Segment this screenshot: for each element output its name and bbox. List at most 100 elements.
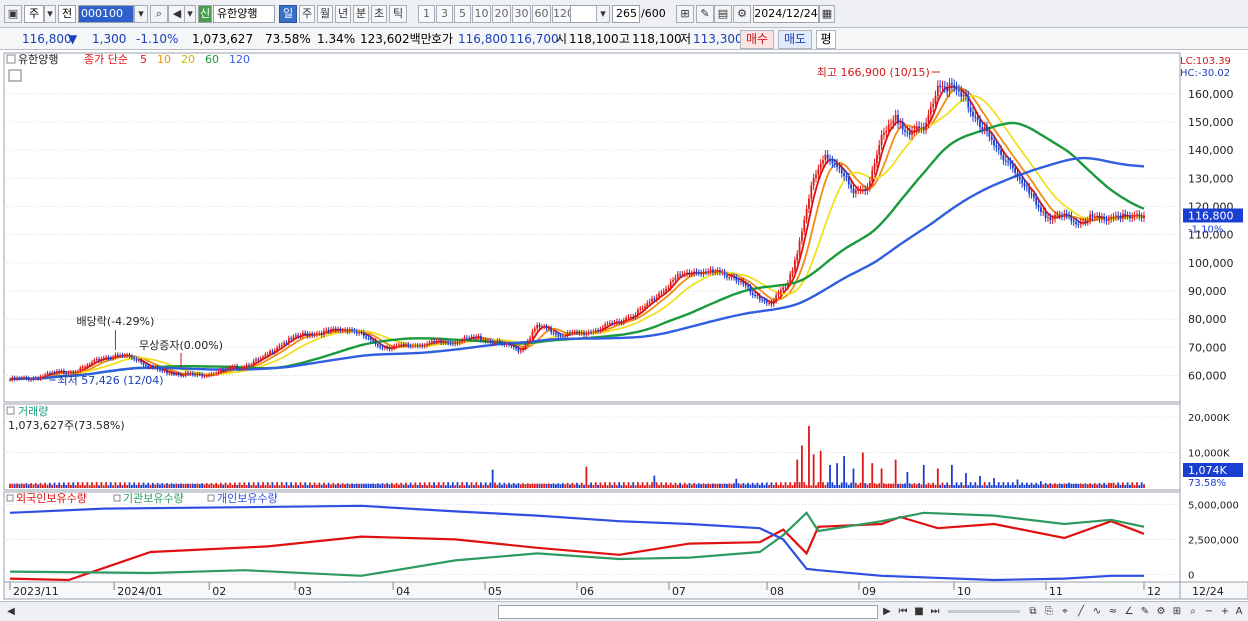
market-select[interactable]: 주: [24, 5, 44, 23]
volume-bar: [355, 483, 358, 488]
prev-button[interactable]: 전: [58, 5, 76, 23]
volume-bar: [810, 485, 813, 488]
volume-bar: [728, 483, 731, 488]
interval-button-3[interactable]: 3: [436, 5, 453, 23]
last-page-icon[interactable]: ⏭: [928, 605, 942, 619]
save-icon[interactable]: ▤: [714, 5, 732, 23]
zoom-out-icon[interactable]: −: [1202, 605, 1216, 619]
first-page-icon[interactable]: ⏮: [896, 605, 910, 619]
calendar-icon[interactable]: ▦: [819, 5, 835, 23]
candle-body: [540, 326, 543, 328]
chart-scrollbar[interactable]: ◀ ▶ ⏮ ■ ⏭ ⧉ ⎘ ⌖ ╱ ∿ ≈ ∠ ✎ ⚙ ⊞ ⌕ − + A: [0, 601, 1248, 621]
stock-code-input[interactable]: 000100: [78, 5, 134, 23]
wave-tool-icon[interactable]: ≈: [1106, 605, 1120, 619]
volume-bar: [721, 483, 724, 488]
candle-body: [1077, 224, 1080, 226]
volume-bar: [976, 485, 979, 488]
period-button-1[interactable]: 일: [279, 5, 297, 23]
volume-bar: [501, 484, 503, 488]
tools-icon[interactable]: ✎: [696, 5, 714, 23]
stock-name-field[interactable]: 유한양행: [213, 5, 275, 23]
volume-bar: [1138, 485, 1141, 488]
interval-button-20[interactable]: 20: [492, 5, 511, 23]
volume-bar: [686, 484, 689, 488]
holdings-legend-label: 기관보유수량: [123, 492, 184, 505]
magnify-icon[interactable]: ⌕: [1186, 605, 1200, 619]
volume-bar: [1119, 484, 1122, 488]
volume-bar: [20, 483, 23, 488]
period-button-2[interactable]: 주: [299, 5, 315, 23]
zoom-in-icon[interactable]: +: [1218, 605, 1232, 619]
volume-bar: [91, 482, 93, 488]
volume-bar: [173, 484, 175, 488]
settings-tool-icon[interactable]: ⚙: [1154, 605, 1168, 619]
volume-bar: [690, 484, 693, 488]
candle-body: [205, 375, 208, 377]
period-button-5[interactable]: 분: [353, 5, 369, 23]
stop-icon[interactable]: ■: [912, 605, 926, 619]
market-chevron-down-icon[interactable]: ▾: [44, 5, 56, 23]
candle-body: [615, 321, 618, 323]
date-input[interactable]: 2024/12/24: [753, 5, 819, 23]
gear-icon[interactable]: ⚙: [733, 5, 751, 23]
candle-body: [768, 302, 771, 304]
grid-icon[interactable]: ⊞: [676, 5, 694, 23]
candle-body: [203, 375, 206, 377]
candle-body: [601, 327, 604, 330]
draw-tool-icon[interactable]: ✎: [1138, 605, 1152, 619]
candle-body: [435, 341, 438, 343]
candle-body: [9, 379, 11, 381]
interval-button-30[interactable]: 30: [512, 5, 531, 23]
sell-button[interactable]: 매도: [778, 30, 812, 49]
zoom-slider[interactable]: [948, 610, 1020, 613]
volume-bar: [772, 485, 775, 488]
average-button[interactable]: 평: [816, 30, 836, 49]
search-icon[interactable]: ⌕: [150, 5, 168, 23]
period-button-3[interactable]: 월: [317, 5, 333, 23]
line-tool-icon[interactable]: ╱: [1074, 605, 1088, 619]
volume-bar: [212, 484, 215, 488]
code-chevron-down-icon[interactable]: ▾: [134, 5, 148, 23]
volume-bar: [1042, 484, 1045, 488]
volume-bar: [873, 483, 876, 488]
volume-bar: [395, 482, 398, 488]
period-button-7[interactable]: 틱: [389, 5, 407, 23]
copy-icon[interactable]: ⎘: [1042, 605, 1056, 619]
candle-body: [505, 343, 508, 345]
font-size-icon[interactable]: A: [1232, 605, 1246, 619]
period-button-4[interactable]: 년: [335, 5, 351, 23]
volume-bar: [515, 484, 517, 488]
volume-bar: [304, 482, 307, 488]
interval-chevron-down-icon[interactable]: ▾: [596, 5, 610, 23]
period-button-6[interactable]: 초: [371, 5, 387, 23]
volume-bar: [536, 483, 539, 488]
scroll-thumb[interactable]: [498, 605, 878, 619]
scroll-right-icon[interactable]: ▶: [880, 605, 894, 619]
crosshair-icon[interactable]: ⌖: [1058, 605, 1072, 619]
interval-button-1[interactable]: 1: [418, 5, 435, 23]
interval-button-60[interactable]: 60: [532, 5, 551, 23]
interval-button-10[interactable]: 10: [472, 5, 491, 23]
volume-bar: [988, 482, 991, 488]
volume-bar: [611, 485, 614, 488]
interval-button-5[interactable]: 5: [454, 5, 471, 23]
candle-body: [789, 274, 792, 284]
buy-button[interactable]: 매수: [740, 30, 774, 49]
trend-tool-icon[interactable]: ∿: [1090, 605, 1104, 619]
candle-body: [644, 306, 646, 309]
grid-tool-icon[interactable]: ⊞: [1170, 605, 1184, 619]
candle-body: [775, 295, 778, 301]
candle-body: [707, 271, 710, 273]
scroll-left-icon[interactable]: ◀: [4, 605, 18, 619]
volume-bar: [79, 485, 82, 488]
window-icon[interactable]: ▣: [4, 5, 22, 23]
speaker-chevron-down-icon[interactable]: ▾: [184, 5, 196, 23]
volume-bar: [719, 483, 721, 488]
volume-bar: [255, 485, 257, 488]
volume-bar: [1011, 482, 1014, 488]
volume-bar: [747, 482, 749, 488]
count-input[interactable]: 265: [612, 5, 640, 23]
layout-icon[interactable]: ⧉: [1026, 605, 1040, 619]
angle-tool-icon[interactable]: ∠: [1122, 605, 1136, 619]
candle-body: [695, 271, 698, 273]
